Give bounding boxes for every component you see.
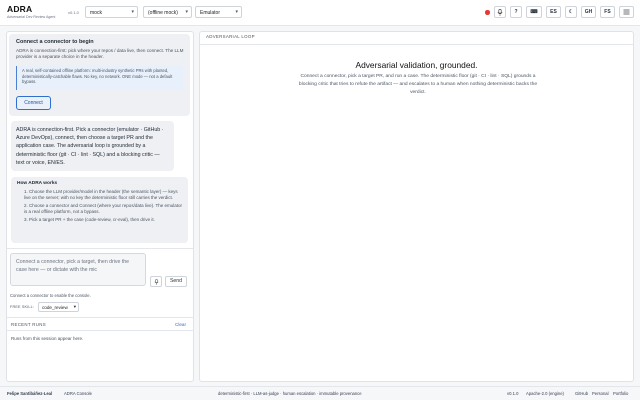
howto-list: 1. Choose the LLM provider/model in the … [21, 189, 184, 224]
hero-title: Adversarial validation, grounded. [355, 60, 478, 70]
menu-icon [623, 9, 630, 15]
chevron-down-icon: ▾ [185, 9, 188, 15]
lang-es-button[interactable]: ES [546, 6, 561, 18]
connect-card-description: ADRA is connection-first: pick where you… [16, 48, 184, 60]
footer-app-name: ADRA Console [64, 391, 92, 396]
emulator-info-box: A real, self-contained offline platform:… [16, 66, 183, 90]
app-title: ADRA [7, 4, 33, 14]
menu-button[interactable] [619, 6, 634, 18]
hero-description: Connect a connector, pick a target PR, a… [298, 74, 538, 95]
composer-divider [7, 248, 193, 249]
app-subtitle: Adversarial Dev Review Agent [7, 15, 56, 19]
model-select[interactable]: (offline mock) ▾ [143, 6, 192, 18]
recent-header-divider [7, 330, 193, 331]
provider-select[interactable]: mock ▾ [85, 6, 138, 18]
footer-link-github[interactable]: GitHub [575, 391, 588, 396]
model-select-value: (offline mock) [148, 9, 178, 16]
footer-link-portfolio[interactable]: Portfolio [613, 391, 628, 396]
mic-button[interactable] [494, 6, 506, 18]
footer-tagline: deterministic-first · LLM-as-judge · hum… [218, 391, 362, 396]
chevron-down-icon: ▾ [73, 304, 76, 309]
recent-runs-title: RECENT RUNS [11, 322, 46, 327]
console-input[interactable]: Connect a connector, pick a target, then… [10, 253, 146, 286]
theme-toggle-button[interactable]: ☾ [565, 6, 577, 18]
connect-button[interactable]: Connect [16, 96, 51, 110]
connector-select-value: Emulator [200, 9, 221, 16]
chevron-down-icon: ▾ [131, 9, 134, 15]
github-button[interactable]: GH [581, 6, 596, 18]
loop-divider [200, 44, 633, 45]
intro-message: ADRA is connection-first. Pick a connect… [11, 121, 174, 171]
footer-link-personal[interactable]: Personal [592, 391, 609, 396]
howto-step: 2. Choose a connector and Connect (where… [24, 202, 183, 215]
fs-button[interactable]: FS [600, 6, 615, 18]
composer-mic-button[interactable] [150, 276, 162, 287]
howto-card: How ADRA works 1. Choose the LLM provide… [11, 177, 188, 243]
chevron-down-icon: ▾ [235, 9, 238, 15]
connector-select[interactable]: Emulator ▾ [195, 6, 242, 18]
howto-step: 1. Choose the LLM provider/model in the … [24, 189, 178, 201]
howto-title: How ADRA works [17, 181, 58, 186]
keyboard-shortcuts-button[interactable]: ⌨ [526, 6, 542, 18]
connection-status-icon [485, 10, 490, 15]
footer-author: Felipe Santibáñez-Leal [7, 391, 53, 396]
free-skill-value: code_review [42, 304, 68, 310]
clear-runs-button[interactable]: Clear [175, 322, 186, 327]
help-button[interactable]: ? [510, 6, 522, 18]
send-button[interactable]: Send [165, 276, 187, 287]
footer-version: v0.1.0 [507, 391, 519, 396]
loop-section-label: ADVERSARIAL LOOP [206, 34, 255, 39]
footer-license: Apache-2.0 (engine) [526, 391, 564, 396]
mic-icon [153, 278, 159, 285]
free-skill-label: FREE SKILL: [10, 305, 35, 309]
free-skill-select[interactable]: code_review ▾ [38, 302, 79, 312]
howto-step: 3. Pick a target PR + the case (code-rev… [24, 216, 155, 222]
recent-divider [7, 317, 193, 318]
recent-runs-empty: Runs from this session appear here. [11, 336, 84, 341]
mic-icon [497, 9, 503, 16]
connect-card: Connect a connector to begin ADRA is con… [9, 34, 190, 116]
composer-hint: Connect a connector to enable the consol… [10, 293, 91, 298]
connect-card-title: Connect a connector to begin [16, 39, 94, 45]
provider-select-value: mock [90, 9, 102, 16]
scroll-fade [11, 229, 188, 243]
app-version: v0.1.0 [68, 10, 79, 15]
